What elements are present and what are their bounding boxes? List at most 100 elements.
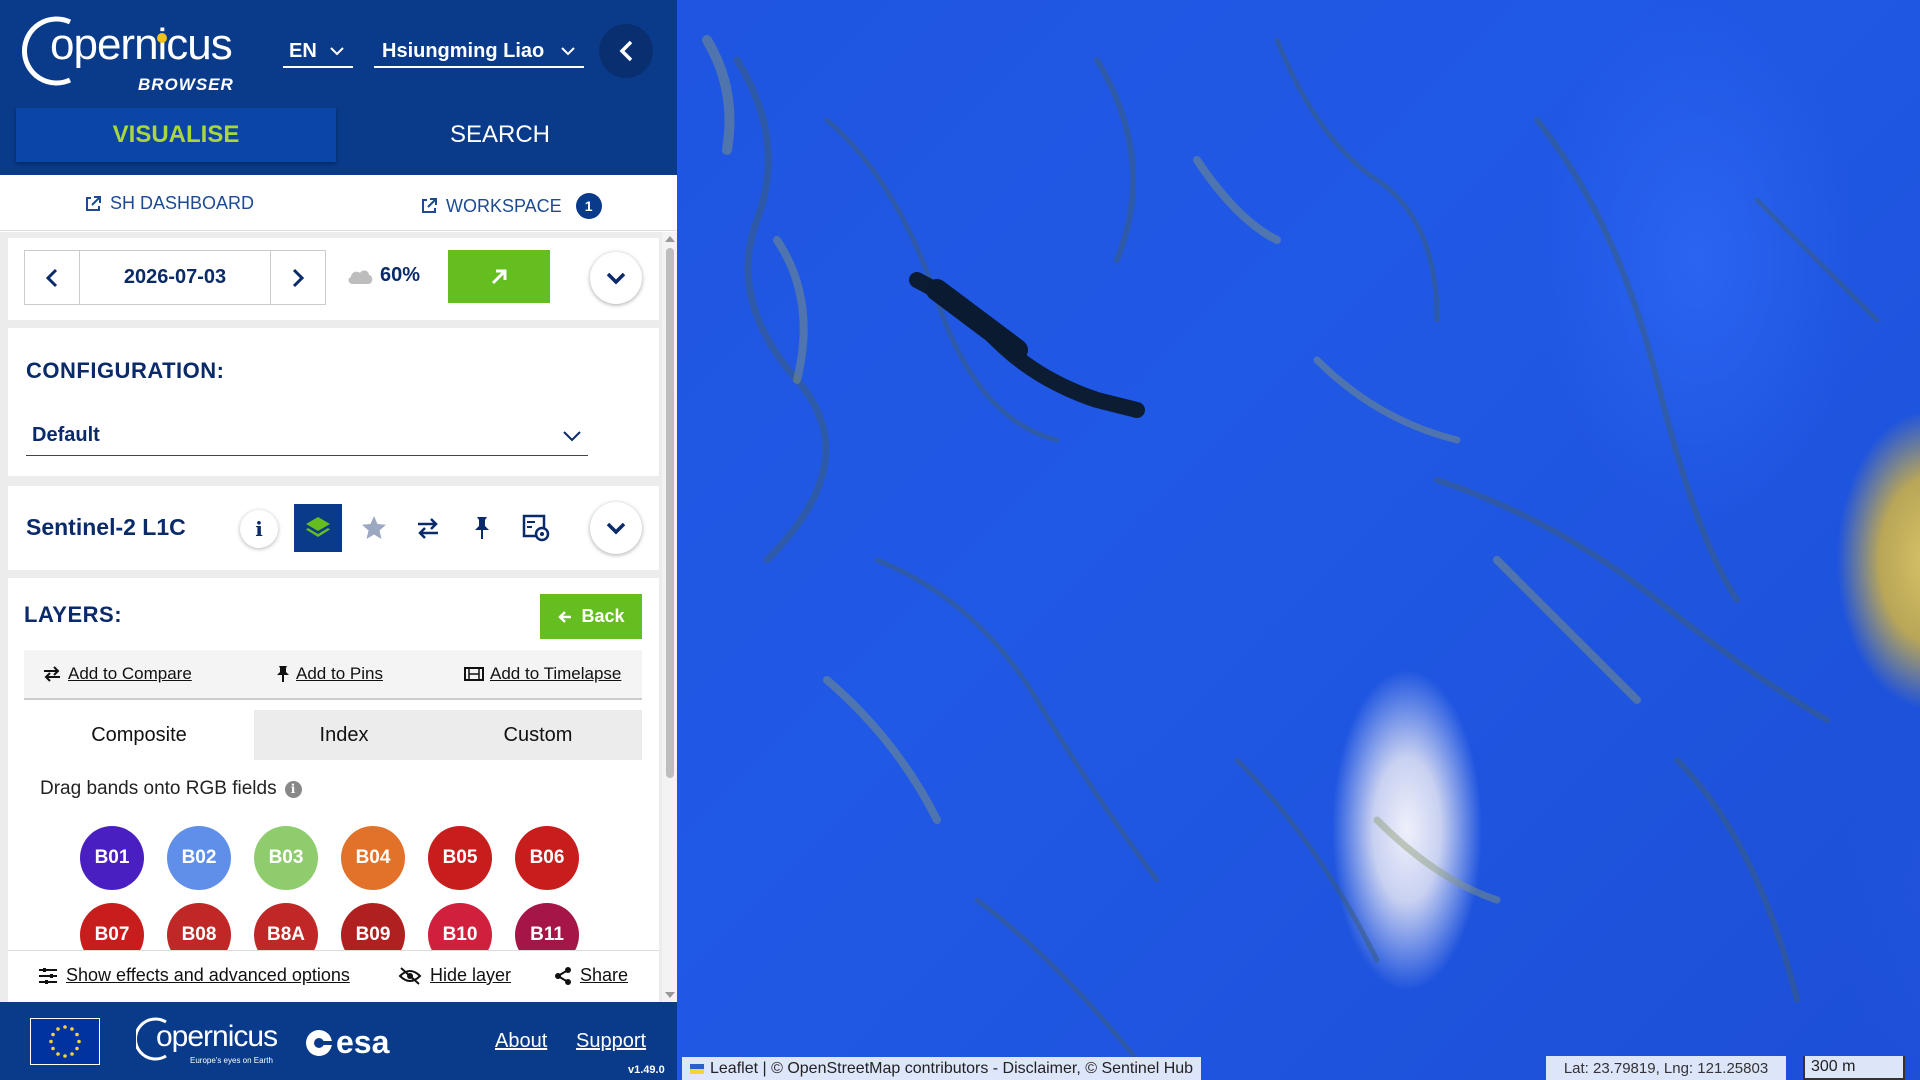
external-link-icon — [86, 195, 101, 211]
show-effects-link[interactable]: Show effects and advanced options — [38, 965, 350, 986]
terrain-overlay — [702, 35, 1880, 1063]
subtab-index[interactable]: Index — [254, 710, 434, 760]
about-link[interactable]: About — [495, 1030, 547, 1053]
esa-wordmark: esa — [336, 1024, 390, 1060]
chevron-down-icon — [606, 522, 626, 535]
share-icon — [555, 966, 571, 985]
add-to-compare-label: Add to Compare — [68, 664, 192, 683]
logo-subtitle: BROWSER — [138, 75, 234, 94]
esa-emblem-icon — [306, 1029, 333, 1056]
subtab-custom[interactable]: Custom — [434, 710, 642, 760]
expand-date-options-button[interactable] — [590, 252, 642, 304]
band-b06[interactable]: B06 — [515, 826, 579, 890]
configuration-value: Default — [32, 424, 100, 446]
band-b03[interactable]: B03 — [254, 826, 318, 890]
date-panel: 2026-07-03 60% — [8, 238, 659, 320]
sh-dashboard-link[interactable]: SH DASHBOARD — [84, 193, 254, 214]
language-value: EN — [289, 39, 317, 62]
layer-settings-button[interactable] — [512, 504, 560, 552]
coordinates-readout: Lat: 23.79819, Lng: 121.25803 — [1546, 1056, 1786, 1080]
logo-star-icon — [157, 33, 167, 43]
map-settings-icon — [522, 514, 550, 542]
logo-wordmark: opernicus — [50, 20, 233, 69]
film-icon — [464, 667, 484, 681]
workspace-link[interactable]: WORKSPACE 1 — [420, 193, 602, 219]
copernicus-c-icon — [136, 1017, 167, 1061]
hide-layer-link[interactable]: Hide layer — [398, 965, 511, 986]
ukraine-flag-icon — [690, 1063, 704, 1074]
configuration-panel: CONFIGURATION: Default — [8, 328, 659, 476]
star-icon — [362, 516, 386, 539]
dataset-info-button[interactable]: i — [240, 510, 278, 548]
previous-date-button[interactable] — [25, 251, 79, 304]
chevron-down-icon — [563, 430, 581, 441]
sh-dashboard-label: SH DASHBOARD — [110, 193, 255, 213]
swap-arrows-icon — [418, 518, 438, 539]
chevron-left-icon — [619, 40, 633, 62]
add-to-timelapse-link[interactable]: Add to Timelapse — [464, 664, 621, 684]
sidebar-scrollbar[interactable] — [662, 232, 677, 1002]
map-attribution: Leaflet | © OpenStreetMap contributors -… — [682, 1057, 1202, 1080]
eu-flag-logo[interactable] — [30, 1018, 100, 1065]
subtab-composite[interactable]: Composite — [24, 710, 254, 760]
copernicus-browser-logo[interactable]: opernicus BROWSER — [18, 10, 233, 95]
add-to-timelapse-label: Add to Timelapse — [490, 664, 622, 683]
layers-panel: LAYERS: Back Add to Compare Add to Pins … — [8, 578, 659, 1002]
support-link[interactable]: Support — [576, 1030, 646, 1053]
esa-logo[interactable]: esa — [304, 1024, 389, 1061]
dataset-panel: Sentinel-2 L1C i — [8, 486, 659, 570]
cloud-icon — [348, 270, 373, 284]
add-to-compare-link[interactable]: Add to Compare — [42, 664, 192, 684]
chevron-down-icon — [561, 47, 575, 56]
arrow-left-icon — [558, 610, 572, 623]
chevron-down-icon — [330, 47, 344, 56]
back-button[interactable]: Back — [540, 594, 642, 639]
band-b02[interactable]: B02 — [167, 826, 231, 890]
collapse-sidebar-button[interactable] — [599, 24, 653, 78]
user-menu[interactable]: Hsiungming Liao — [374, 36, 584, 68]
tab-search[interactable]: SEARCH — [340, 108, 660, 162]
chevron-down-icon — [606, 272, 626, 285]
layers-icon — [306, 517, 330, 537]
eu-stars-icon — [49, 1025, 81, 1058]
scroll-down-icon[interactable] — [665, 992, 675, 998]
copernicus-logo[interactable]: opernicus Europe's eyes on Earth — [136, 1017, 278, 1065]
scrollbar-thumb[interactable] — [666, 248, 674, 778]
sidebar-footer: opernicus Europe's eyes on Earth esa Abo… — [0, 1002, 677, 1080]
expand-dataset-button[interactable] — [590, 502, 642, 554]
next-date-button[interactable] — [271, 251, 325, 304]
band-b01[interactable]: B01 — [80, 826, 144, 890]
compare-button[interactable] — [404, 504, 452, 552]
configuration-heading: CONFIGURATION: — [26, 358, 225, 383]
chevron-right-icon — [292, 268, 305, 287]
drag-bands-hint: Drag bands onto RGB fields i — [40, 778, 302, 800]
tab-visualise[interactable]: VISUALISE — [16, 108, 336, 162]
workspace-count-badge: 1 — [575, 193, 602, 219]
selected-date[interactable]: 2026-07-03 — [79, 251, 271, 304]
version-label: v1.49.0 — [628, 1064, 665, 1076]
satellite-map[interactable]: 3D + − — [677, 0, 1920, 1080]
favorite-button[interactable] — [350, 504, 398, 552]
show-latest-date-button[interactable] — [448, 250, 550, 303]
band-b04[interactable]: B04 — [341, 826, 405, 890]
swap-arrows-icon — [44, 666, 60, 682]
pin-button[interactable] — [458, 504, 506, 552]
layer-subtabs: Composite Index Custom — [24, 710, 642, 760]
layer-bottom-actions: Show effects and advanced options Hide l… — [8, 950, 659, 1000]
cloud-coverage[interactable]: 60% — [346, 264, 420, 287]
configuration-select[interactable]: Default — [26, 416, 588, 456]
layers-view-button[interactable] — [294, 504, 342, 552]
add-to-pins-link[interactable]: Add to Pins — [276, 664, 383, 684]
layers-heading: LAYERS: — [24, 602, 123, 627]
external-links-row: SH DASHBOARD WORKSPACE 1 — [0, 175, 677, 231]
back-label: Back — [581, 606, 625, 626]
share-label: Share — [580, 965, 629, 985]
attribution-text[interactable]: Leaflet | © OpenStreetMap contributors -… — [710, 1060, 1193, 1078]
language-selector[interactable]: EN — [283, 36, 353, 68]
share-link[interactable]: Share — [554, 965, 628, 986]
scroll-up-icon[interactable] — [665, 236, 675, 242]
info-icon: i — [255, 517, 263, 541]
band-b05[interactable]: B05 — [428, 826, 492, 890]
info-icon[interactable]: i — [284, 780, 302, 798]
hide-layer-label: Hide layer — [430, 965, 512, 985]
